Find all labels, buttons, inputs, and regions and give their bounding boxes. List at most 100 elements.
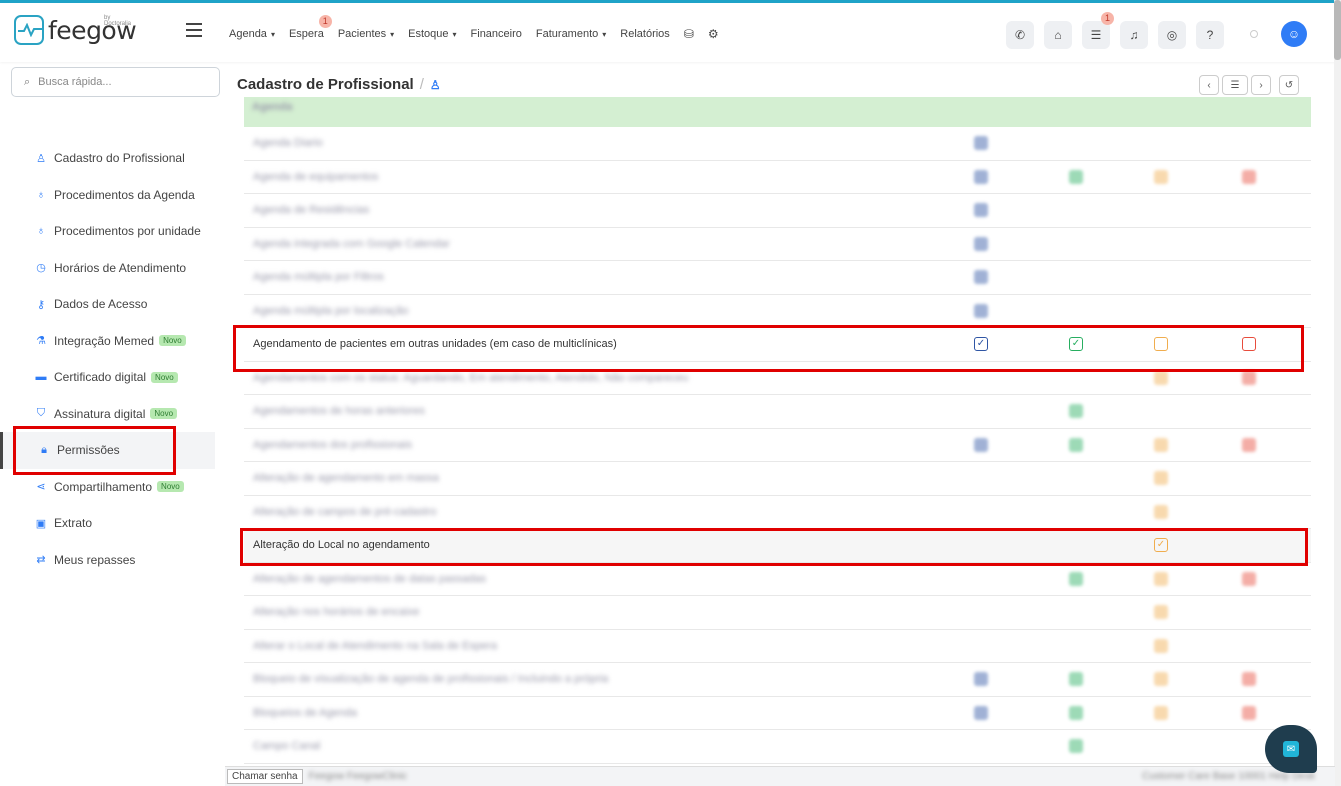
espera-badge: 1: [318, 15, 332, 28]
permission-row: Bloqueio de visualização de agenda de pr…: [244, 663, 1311, 697]
database-icon[interactable]: ⛁: [684, 27, 694, 41]
green-permission-checkbox[interactable]: [1069, 571, 1083, 586]
yellow-permission-checkbox[interactable]: [1154, 571, 1168, 586]
novo-badge: Novo: [150, 408, 178, 420]
page-title: Cadastro de Profissional / ♙: [237, 76, 441, 93]
chat-fab-button[interactable]: ✉: [1265, 725, 1317, 773]
green-permission-checkbox[interactable]: [1069, 169, 1083, 184]
permission-row: Agenda múltipla por Filtros: [244, 261, 1311, 295]
blue-permission-checkbox[interactable]: [974, 136, 988, 151]
blue-permission-checkbox[interactable]: [974, 203, 988, 218]
green-permission-checkbox[interactable]: [1069, 672, 1083, 687]
nav-relatorios[interactable]: Relatórios: [620, 28, 670, 40]
red-permission-checkbox[interactable]: [1242, 169, 1256, 184]
permissions-table: Agenda Agenda Diario Agenda de equipament…: [230, 97, 1313, 765]
permission-label: Agenda múltipla por Filtros: [253, 271, 384, 284]
sidebar-item-memed[interactable]: ⚗ Integração Memed Novo: [0, 323, 215, 360]
shield-icon: ⛉: [36, 407, 46, 420]
yellow-permission-checkbox[interactable]: [1154, 705, 1168, 720]
money-icon: ▣: [35, 517, 47, 530]
clock-icon: ◷: [36, 262, 46, 275]
scroll-thumb[interactable]: [1334, 0, 1341, 60]
next-icon[interactable]: ›: [1251, 75, 1271, 95]
nav-faturamento[interactable]: Faturamento ▾: [536, 28, 606, 40]
permission-row: Alterar o Local de Atendimento na Sala d…: [244, 630, 1311, 663]
blue-permission-checkbox[interactable]: [974, 437, 988, 452]
permission-row: Agenda Diario: [244, 127, 1311, 161]
sidebar-item-certificado[interactable]: ▬ Certificado digital Novo: [0, 359, 215, 396]
brand-by: by Doctoralia: [104, 15, 132, 27]
nav-financeiro[interactable]: Financeiro: [471, 28, 522, 40]
yellow-permission-checkbox[interactable]: [1154, 169, 1168, 184]
permission-row: Agenda de equipamentos: [244, 161, 1311, 194]
permission-label: Agenda de equipamentos: [253, 170, 379, 183]
permission-row: Agendamentos de horas anteriores: [244, 395, 1311, 429]
sidebar-item-label: Certificado digital: [54, 370, 147, 385]
sidebar-item-horarios[interactable]: ◷ Horários de Atendimento: [0, 250, 215, 287]
nav-pacientes[interactable]: Pacientes ▾: [338, 28, 394, 40]
prev-icon[interactable]: ‹: [1199, 75, 1219, 95]
green-permission-checkbox[interactable]: [1069, 739, 1083, 754]
red-permission-checkbox[interactable]: [1242, 370, 1256, 385]
sidebar-item-cadastro[interactable]: ♙ Cadastro do Profissional: [0, 140, 215, 177]
blue-permission-checkbox[interactable]: [974, 705, 988, 720]
novo-badge: Novo: [151, 371, 178, 383]
tasks-icon[interactable]: ☰ 1: [1082, 12, 1114, 49]
user-icon: ♙: [36, 152, 46, 165]
gear-icon[interactable]: ⚙: [708, 27, 719, 41]
nav-agenda[interactable]: Agenda ▾: [229, 28, 275, 40]
sidebar-item-dados-acesso[interactable]: ⚷ Dados de Acesso: [0, 286, 215, 323]
green-permission-checkbox[interactable]: [1069, 705, 1083, 720]
blue-permission-checkbox[interactable]: [974, 303, 988, 318]
phone-icon[interactable]: ✆: [1006, 21, 1034, 49]
sidebar-item-label: Cadastro do Profissional: [54, 151, 185, 166]
caret-down-icon: ▾: [270, 30, 275, 39]
avatar[interactable]: ☺: [1281, 21, 1307, 47]
yellow-permission-checkbox[interactable]: [1154, 370, 1168, 385]
call-password-button[interactable]: Chamar senha: [227, 769, 303, 784]
sidebar-item-label: Integração Memed: [54, 333, 155, 348]
sidebar-item-extrato[interactable]: ▣ Extrato: [0, 505, 215, 542]
green-permission-checkbox[interactable]: [1069, 404, 1083, 419]
list-icon[interactable]: ☰: [1222, 75, 1248, 95]
permission-row: Agendamentos dos profissionais: [244, 429, 1311, 462]
red-permission-checkbox[interactable]: [1242, 672, 1256, 687]
blue-permission-checkbox[interactable]: [974, 169, 988, 184]
menu-toggle-icon[interactable]: [186, 23, 202, 41]
history-icon[interactable]: ↺: [1279, 75, 1299, 95]
search-placeholder: Busca rápida...: [38, 76, 112, 88]
chat-icon[interactable]: ◎: [1158, 21, 1186, 49]
stethoscope-icon: ♁: [36, 225, 46, 238]
permission-label: Agenda Diario: [253, 137, 323, 150]
nav-espera[interactable]: Espera 1: [289, 15, 332, 40]
nav-estoque[interactable]: Estoque ▾: [408, 28, 456, 40]
permission-label: Bloqueio de visualização de agenda de pr…: [253, 673, 609, 686]
bell-icon[interactable]: ♫: [1120, 21, 1148, 49]
yellow-permission-checkbox[interactable]: [1154, 672, 1168, 687]
footer-clinic-text: Feegow FeegowClinic: [308, 771, 407, 782]
yellow-permission-checkbox[interactable]: [1154, 605, 1168, 620]
help-icon[interactable]: ?: [1196, 21, 1224, 49]
yellow-permission-checkbox[interactable]: [1154, 437, 1168, 452]
yellow-permission-checkbox[interactable]: [1154, 504, 1168, 519]
red-permission-checkbox[interactable]: [1242, 571, 1256, 586]
heartbeat-icon: [14, 15, 44, 45]
red-permission-checkbox[interactable]: [1242, 705, 1256, 720]
inbox-icon[interactable]: ⌂: [1044, 21, 1072, 49]
permission-label: Alteração de agendamentos de datas passa…: [253, 572, 486, 585]
caret-down-icon: ▾: [602, 30, 607, 39]
blue-permission-checkbox[interactable]: [974, 672, 988, 687]
blue-permission-checkbox[interactable]: [974, 236, 988, 251]
nav-label: Faturamento: [535, 28, 599, 40]
feegow-logo[interactable]: feegow by Doctoralia: [14, 15, 137, 45]
sidebar-item-procedimentos-agenda[interactable]: ♁ Procedimentos da Agenda: [0, 177, 215, 214]
sidebar-item-procedimentos-unidade[interactable]: ♁ Procedimentos por unidade: [0, 213, 215, 250]
blue-permission-checkbox[interactable]: [974, 270, 988, 285]
sidebar-item-repasses[interactable]: ⇄ Meus repasses: [0, 542, 215, 579]
red-permission-checkbox[interactable]: [1242, 437, 1256, 452]
yellow-permission-checkbox[interactable]: [1154, 471, 1168, 486]
green-permission-checkbox[interactable]: [1069, 437, 1083, 452]
page-scrollbar[interactable]: [1334, 0, 1341, 786]
quick-search[interactable]: ⌕ Busca rápida...: [11, 67, 220, 97]
yellow-permission-checkbox[interactable]: [1154, 638, 1168, 653]
